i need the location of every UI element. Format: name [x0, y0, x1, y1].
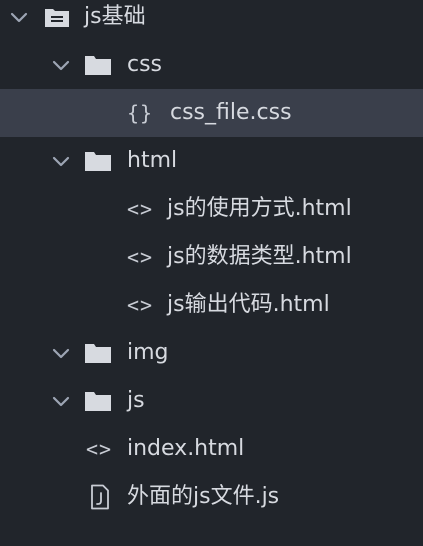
tree-item-file-html[interactable]: <> js输出代码.html — [0, 281, 423, 329]
folder-open-icon — [45, 9, 69, 27]
folder-icon — [85, 152, 111, 171]
js-file-icon — [91, 484, 109, 510]
tree-item-file-js[interactable]: 外面的js文件.js — [0, 473, 423, 521]
folder-icon — [85, 344, 111, 363]
tree-item-label: js的使用方式.html — [167, 196, 352, 221]
tree-item-label: 外面的js文件.js — [127, 484, 280, 509]
tree-item-label: js的数据类型.html — [167, 244, 352, 269]
tree-item-folder-html[interactable]: html — [0, 137, 423, 185]
code-icon: <> — [86, 437, 113, 461]
tree-item-label: index.html — [127, 436, 245, 461]
chevron-down-icon[interactable] — [8, 6, 30, 28]
tree-item-label: js输出代码.html — [167, 292, 330, 317]
chevron-down-icon[interactable] — [50, 54, 72, 76]
tree-item-folder-css[interactable]: css — [0, 41, 423, 89]
code-icon: <> — [127, 245, 154, 269]
tree-item-label: css_file.css — [170, 100, 292, 125]
tree-item-folder-js[interactable]: js — [0, 377, 423, 425]
tree-item-file-html[interactable]: <> js的数据类型.html — [0, 233, 423, 281]
css-braces-icon: {} — [127, 101, 154, 125]
tree-item-label: js — [127, 388, 145, 413]
code-icon: <> — [127, 293, 154, 317]
file-tree: js基础 css {} css_file.css html <> js的使用方式… — [0, 0, 423, 546]
chevron-down-icon[interactable] — [50, 342, 72, 364]
tree-item-label: css — [127, 52, 163, 77]
chevron-down-icon[interactable] — [50, 150, 72, 172]
folder-icon — [85, 56, 111, 75]
tree-item-file-index[interactable]: <> index.html — [0, 425, 423, 473]
tree-item-label: html — [127, 148, 178, 173]
tree-item-file-html[interactable]: <> js的使用方式.html — [0, 185, 423, 233]
folder-icon — [85, 392, 111, 411]
tree-item-root[interactable]: js基础 — [0, 0, 423, 41]
tree-item-folder-img[interactable]: img — [0, 329, 423, 377]
tree-item-file-css[interactable]: {} css_file.css — [0, 89, 423, 137]
chevron-down-icon[interactable] — [50, 390, 72, 412]
code-icon: <> — [127, 197, 154, 221]
tree-item-label: js基础 — [84, 4, 146, 29]
tree-item-label: img — [127, 340, 169, 365]
